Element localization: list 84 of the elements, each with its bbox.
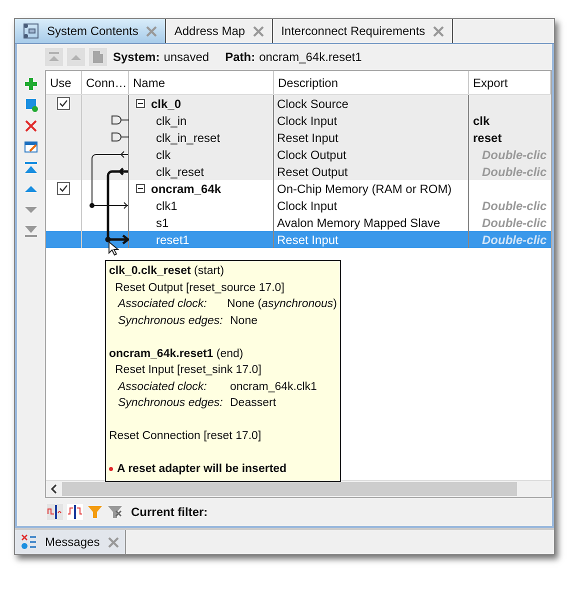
tooltip-label: Synchronous edges: [118, 314, 224, 328]
tab[interactable]: System Contents [15, 19, 166, 43]
tooltip-value: oncram_64k.clk1 [230, 380, 317, 394]
description: On-Chip Memory (RAM or ROM) [277, 182, 452, 196]
interface-name: clk_in_reset [155, 130, 220, 144]
tooltip-text: Reset Input [reset_sink 17.0] [114, 363, 262, 378]
remove-button[interactable] [23, 118, 39, 134]
column-header[interactable]: Conn… [82, 71, 129, 94]
close-icon[interactable] [433, 26, 444, 36]
bullet-icon [109, 467, 113, 472]
top-icon [24, 161, 38, 175]
bottom-icon [24, 224, 38, 238]
system-label: System: [113, 50, 160, 64]
remove-icon [24, 119, 38, 133]
close-icon[interactable] [146, 26, 158, 36]
column-header[interactable]: Export [469, 71, 551, 94]
top-button[interactable] [23, 160, 39, 176]
add-block-icon [24, 98, 38, 112]
description: Clock Input [277, 114, 338, 128]
tab[interactable]: Interconnect Requirements [273, 19, 454, 43]
tooltip-label: Synchronous edges: [118, 396, 224, 411]
close-icon[interactable] [253, 26, 264, 36]
interface-name: clk1 [155, 198, 178, 212]
interface-name: reset1 [155, 232, 190, 246]
path-value: oncram_64k.reset1 [259, 50, 362, 64]
edit-button[interactable] [23, 139, 39, 155]
interface-name: s1 [155, 216, 169, 230]
clock-filter-icon[interactable] [47, 504, 63, 520]
close-icon[interactable] [108, 536, 119, 548]
add-button[interactable] [23, 76, 39, 92]
tooltip-value: None [230, 314, 258, 328]
collapse-icon[interactable] [136, 99, 145, 108]
table-row[interactable]: clk_0 Clock Source [46, 95, 551, 112]
messages-icon [21, 534, 37, 550]
description: Reset Input [277, 232, 338, 246]
scrollbar-thumb[interactable] [62, 482, 517, 496]
table-row[interactable]: clk_in Clock Input clk [46, 112, 551, 129]
tooltip-value: Deassert [230, 396, 276, 411]
tab[interactable]: Messages [15, 530, 126, 554]
warning-text: A reset adapter will be inserted [117, 462, 287, 477]
tooltip-label: Associated clock: [118, 297, 208, 312]
description: Clock Output [277, 148, 346, 162]
module-name: clk_0 [151, 96, 182, 110]
system-icon [23, 23, 39, 39]
export-name[interactable]: reset [472, 130, 502, 144]
table-row[interactable]: oncram_64k On-Chip Memory (RAM or ROM) [46, 180, 551, 197]
move-top-icon [48, 51, 60, 63]
add-icon [24, 77, 38, 91]
module-name: oncram_64k [151, 182, 222, 196]
system-name: unsaved [164, 50, 210, 64]
table-row[interactable]: clk_reset Reset Output Double-clic [46, 163, 551, 180]
module-icon [90, 49, 106, 65]
tab[interactable]: Address Map [166, 19, 274, 43]
collapse-icon[interactable] [136, 184, 145, 193]
column-header[interactable]: Description [274, 71, 469, 94]
edit-icon [24, 140, 38, 154]
table-row[interactable]: clk Clock Output Double-clic [46, 146, 551, 163]
tooltip-value: None (asynchronous) [227, 297, 337, 312]
add-block-button[interactable] [23, 97, 39, 113]
description: Clock Input [277, 198, 338, 212]
description: Reset Output [277, 164, 348, 178]
reset-filter-icon[interactable] [67, 504, 83, 520]
filter-label: Current filter: [131, 505, 208, 519]
path-label: Path: [225, 50, 256, 64]
checkbox[interactable] [57, 182, 70, 195]
interface-name: clk_reset [155, 164, 204, 178]
clear-filter-icon[interactable] [107, 504, 123, 520]
description: Reset Input [277, 130, 338, 144]
column-header[interactable]: Use [46, 71, 82, 94]
scroll-left-icon[interactable] [50, 484, 58, 494]
interface-name: clk_in [155, 114, 187, 128]
export-name[interactable]: clk [472, 114, 490, 128]
tooltip-text: Reset Output [reset_source 17.0] [114, 280, 286, 296]
interface-name: clk [155, 148, 171, 162]
description: Avalon Memory Mapped Slave [277, 216, 440, 230]
checkbox[interactable] [57, 97, 70, 110]
description: Clock Source [277, 96, 348, 110]
table-row[interactable]: clk_in_reset Reset Input reset [46, 129, 551, 146]
column-header[interactable]: Name [129, 71, 274, 94]
mouse-pointer-icon [108, 241, 119, 256]
tooltip-heading: oncram_64k.reset1 (end) [109, 346, 244, 362]
tooltip-label: Associated clock: [118, 380, 208, 394]
tooltip-text: Reset Connection [reset 17.0] [109, 429, 262, 444]
tooltip-heading: clk_0.clk_reset (start) [109, 264, 226, 279]
